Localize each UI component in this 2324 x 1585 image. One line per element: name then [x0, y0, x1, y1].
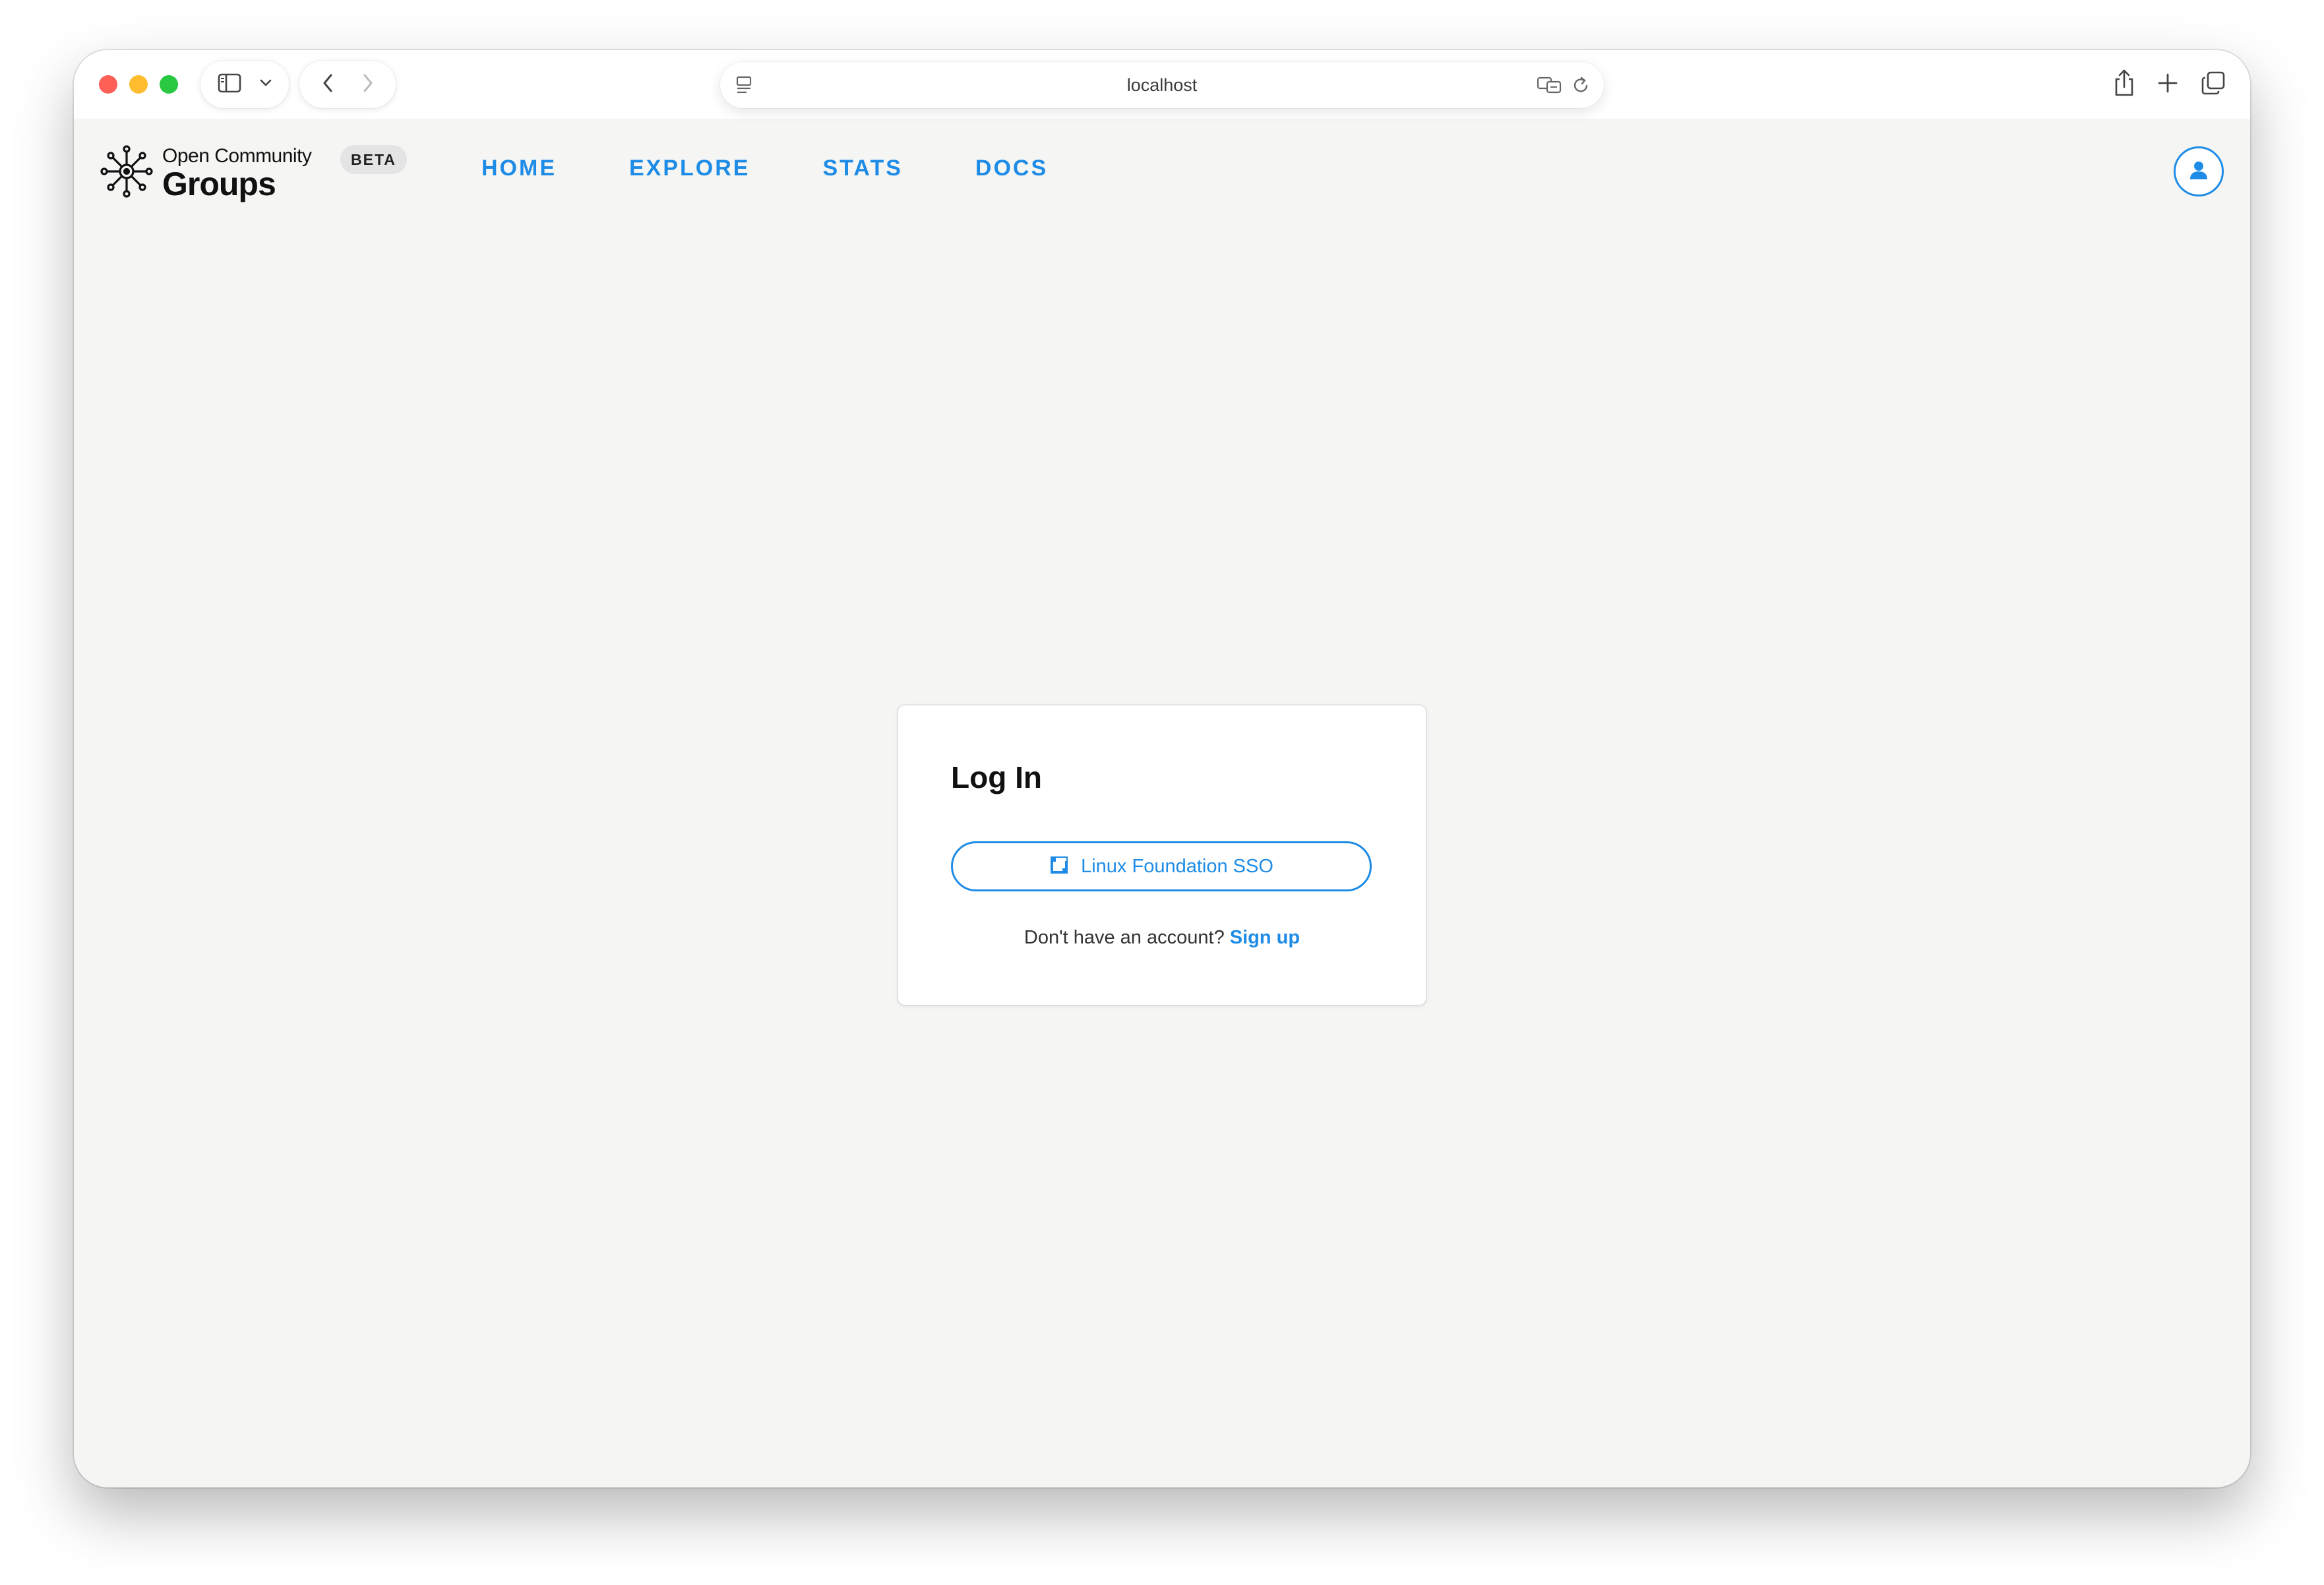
- zoom-window-button[interactable]: [160, 75, 178, 94]
- address-bar[interactable]: localhost: [720, 62, 1604, 108]
- login-title: Log In: [951, 760, 1042, 794]
- reload-icon[interactable]: [1572, 75, 1591, 98]
- sidebar-icon[interactable]: [218, 73, 241, 96]
- sso-button-label: Linux Foundation SSO: [1081, 855, 1273, 877]
- back-arrow-icon[interactable]: [321, 73, 334, 97]
- new-tab-icon[interactable]: [2156, 72, 2179, 98]
- nav-stats[interactable]: STATS: [822, 156, 902, 181]
- site-header: Open Community Groups BETA HOME EXPLORE …: [74, 119, 2250, 224]
- signup-link[interactable]: Sign up: [1230, 927, 1300, 948]
- beta-badge: BETA: [340, 145, 407, 174]
- translate-icon[interactable]: [1537, 75, 1563, 98]
- logo-text-top: Open Community: [162, 144, 312, 167]
- browser-window: localhost Open Community Groups BETA HOM…: [74, 50, 2250, 1487]
- linux-foundation-icon: [1049, 855, 1069, 878]
- linux-foundation-sso-button[interactable]: Linux Foundation SSO: [951, 841, 1372, 891]
- history-nav-group: [299, 61, 396, 108]
- minimize-window-button[interactable]: [129, 75, 148, 94]
- address-url: localhost: [1126, 75, 1198, 95]
- close-window-button[interactable]: [99, 75, 117, 94]
- logo-icon: [100, 144, 153, 202]
- tab-overview-icon[interactable]: [2200, 70, 2226, 100]
- browser-toolbar: localhost: [74, 50, 2250, 119]
- forward-arrow-icon[interactable]: [361, 73, 375, 97]
- signup-prompt: Don't have an account?: [1024, 927, 1225, 948]
- user-icon: [2187, 159, 2210, 185]
- site-logo[interactable]: Open Community Groups: [100, 144, 312, 202]
- chevron-down-icon[interactable]: [259, 78, 272, 91]
- nav-home[interactable]: HOME: [481, 156, 557, 181]
- signup-prompt-line: Don't have an account? Sign up: [898, 927, 1426, 949]
- nav-explore[interactable]: EXPLORE: [629, 156, 750, 181]
- login-card: Log In Linux Foundation SSO Don't have a…: [898, 705, 1426, 1005]
- sidebar-toggle-group: [200, 61, 289, 108]
- user-menu-button[interactable]: [2174, 146, 2224, 196]
- main-nav: HOME EXPLORE STATS DOCS: [481, 156, 1048, 181]
- logo-text-bottom: Groups: [162, 165, 276, 202]
- nav-docs[interactable]: DOCS: [975, 156, 1048, 181]
- share-icon[interactable]: [2113, 69, 2135, 101]
